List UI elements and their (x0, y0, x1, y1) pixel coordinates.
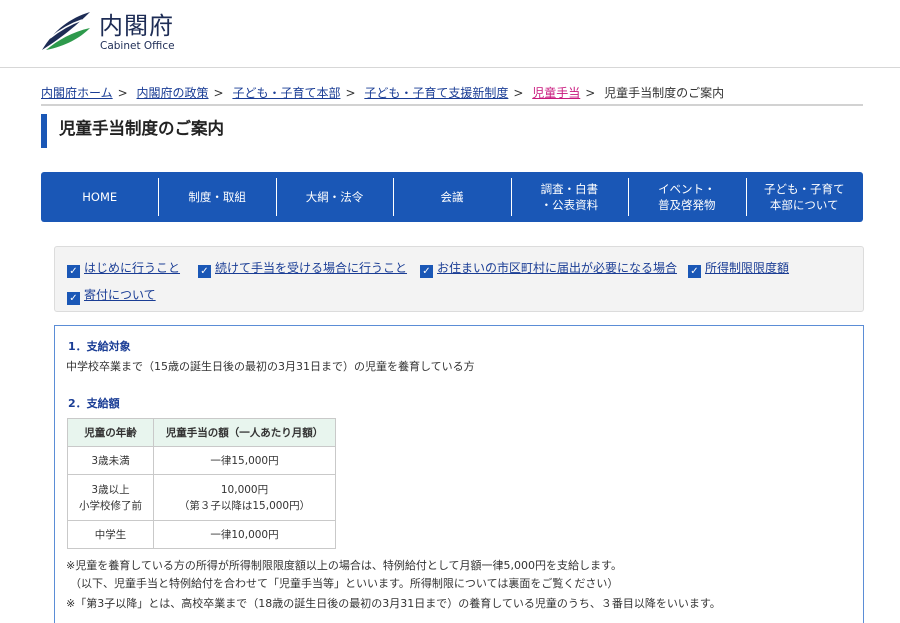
nav-home[interactable]: HOME (41, 172, 158, 222)
site-header: 内閣府 Cabinet Office (0, 0, 900, 68)
breadcrumb-link-policy[interactable]: 内閣府の政策 (137, 86, 209, 100)
nav-events[interactable]: イベント・普及啓発物 (628, 172, 745, 222)
table-row: 3歳未満 一律15,000円 (67, 446, 336, 475)
nav-events-label-1: イベント・ (658, 182, 716, 196)
breadcrumb-separator: > (213, 86, 224, 100)
nav-system-label: 制度・取組 (188, 190, 246, 204)
anchor-links-box: ✓ はじめに行うこと ✓ 続けて手当を受ける場合に行うこと ✓ お住まいの市区町村に届… (54, 246, 864, 312)
note-definition: （以下、児童手当と特例給付を合わせて「児童手当等」といいます。所得制限については… (70, 577, 619, 590)
nav-research[interactable]: 調査・白書・公表資料 (510, 172, 628, 222)
anchor-link-continue[interactable]: ✓ 続けて手当を受ける場合に行うこと (198, 259, 407, 278)
anchor-link-first-steps[interactable]: ✓ はじめに行うこと (67, 259, 180, 278)
table-header-amount: 児童手当の額（一人あたり月額） (153, 418, 336, 447)
breadcrumb-link-children-hq[interactable]: 子ども・子育て本部 (232, 86, 340, 100)
anchor-link-donation[interactable]: ✓ 寄付について (67, 286, 156, 305)
logo-text-ja[interactable]: 内閣府 (99, 6, 174, 41)
check-box-icon: ✓ (688, 265, 701, 278)
nav-laws-label: 大綱・法令 (305, 190, 364, 204)
nav-about-hq-label-1: 子ども・子育て (763, 182, 845, 196)
nav-research-label-1: 調査・白書 (540, 182, 599, 196)
table-cell-age: 3歳以上小学校修了前 (67, 474, 154, 521)
table-cell-age: 3歳未満 (67, 446, 154, 475)
content-panel: 1．支給対象 中学校卒業まで（15歳の誕生日後の最初の3月31日まで）の児童を養… (54, 325, 864, 623)
nav-research-label-2: ・公表資料 (540, 198, 599, 212)
table-row: 中学生 一律10,000円 (67, 520, 336, 549)
anchor-link-label: お住まいの市区町村に届出が必要になる場合 (437, 261, 678, 275)
note-third-child: ※「第3子以降」とは、高校卒業まで（18歳の誕生日後の最初の3月31日まで）の養… (66, 597, 721, 610)
check-box-icon: ✓ (67, 292, 80, 305)
check-box-icon: ✓ (198, 265, 211, 278)
check-box-icon: ✓ (420, 265, 433, 278)
breadcrumb-link-child-allowance[interactable]: 児童手当 (532, 86, 580, 100)
table-cell-age: 中学生 (67, 520, 154, 549)
nav-meetings[interactable]: 会議 (393, 172, 510, 222)
anchor-link-label: 所得制限限度額 (705, 261, 790, 275)
anchor-link-income-limit[interactable]: ✓ 所得制限限度額 (688, 259, 789, 278)
anchor-link-label: はじめに行うこと (84, 261, 181, 275)
note-special-benefit: ※児童を養育している方の所得が所得制限限度額以上の場合は、特例給付として月額一律… (66, 559, 622, 572)
global-nav: HOME 制度・取組 大綱・法令 会議 調査・白書・公表資料 イベント・普及啓発… (41, 172, 863, 222)
nav-about-hq[interactable]: 子ども・子育て 本部について (745, 172, 863, 222)
anchor-link-label: 寄付について (84, 288, 156, 302)
table-cell-line: 3歳以上 (91, 483, 130, 496)
breadcrumb-link-home[interactable]: 内閣府ホーム (41, 86, 113, 100)
table-cell-amount: 一律15,000円 (153, 446, 336, 475)
table-cell-line: 10,000円 (220, 483, 269, 496)
table-row: 3歳以上小学校修了前 10,000円 （第３子以降は15,000円） (67, 474, 336, 521)
page-title: 児童手当制度のご案内 (41, 114, 224, 148)
table-cell-line: （第３子以降は15,000円） (178, 499, 311, 512)
nav-home-label: HOME (82, 190, 118, 204)
table-cell-amount: 10,000円 （第３子以降は15,000円） (153, 474, 336, 521)
anchor-link-notify[interactable]: ✓ お住まいの市区町村に届出が必要になる場合 (420, 259, 677, 278)
nav-about-hq-label-2: 本部について (769, 198, 839, 212)
table-header-age: 児童の年齢 (67, 418, 154, 447)
amount-table: 児童の年齢 児童手当の額（一人あたり月額） 3歳未満 一律15,000円 3歳以… (67, 418, 336, 549)
check-box-icon: ✓ (67, 265, 80, 278)
breadcrumb-separator: > (585, 86, 596, 100)
breadcrumb-link-new-system[interactable]: 子ども・子育て支援新制度 (364, 86, 508, 100)
logo-text-en[interactable]: Cabinet Office (100, 40, 175, 52)
breadcrumb: 内閣府ホーム > 内閣府の政策 > 子ども・子育て本部 > 子ども・子育て支援新制度 >… (41, 84, 863, 106)
breadcrumb-current: 児童手当制度のご案内 (604, 86, 725, 100)
section-amount-title: 2．支給額 (68, 397, 120, 410)
cabinet-office-logo-icon[interactable] (40, 10, 92, 52)
table-cell-amount: 一律10,000円 (153, 520, 336, 549)
section-eligibility-text: 中学校卒業まで（15歳の誕生日後の最初の3月31日まで）の児童を養育している方 (66, 360, 475, 373)
anchor-link-label: 続けて手当を受ける場合に行うこと (215, 261, 408, 275)
table-header-row: 児童の年齢 児童手当の額（一人あたり月額） (67, 418, 336, 447)
table-cell-line: 小学校修了前 (79, 499, 142, 512)
nav-meetings-label: 会議 (440, 190, 464, 204)
nav-system[interactable]: 制度・取組 (158, 172, 275, 222)
nav-events-label-2: 普及啓発物 (658, 198, 716, 212)
breadcrumb-separator: > (345, 86, 356, 100)
nav-laws[interactable]: 大綱・法令 (275, 172, 393, 222)
breadcrumb-separator: > (513, 86, 524, 100)
breadcrumb-separator: > (117, 86, 128, 100)
section-eligibility-title: 1．支給対象 (68, 340, 131, 353)
